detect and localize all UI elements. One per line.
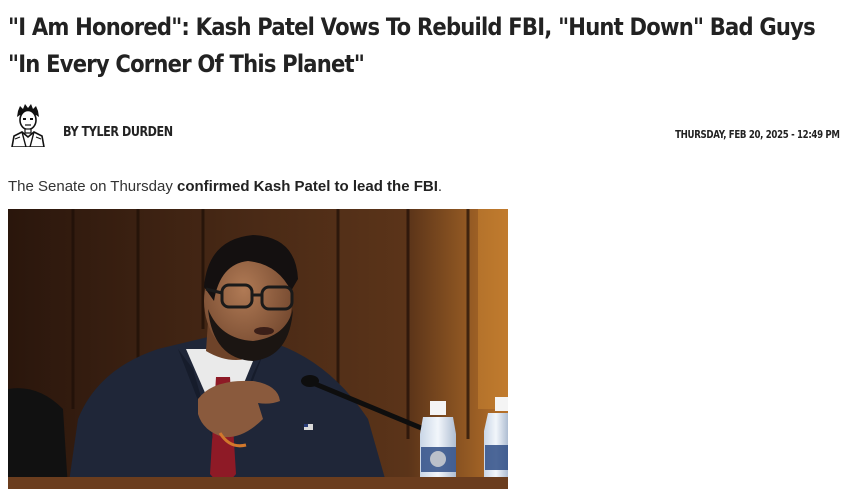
byline-prefix: BY: [63, 125, 79, 140]
lede-bold-text: confirmed Kash Patel to lead the FBI: [177, 178, 438, 195]
lede-end: .: [437, 178, 443, 195]
article-photo[interactable]: [8, 209, 508, 489]
article-headline: "I Am Honored": Kash Patel Vows To Rebui…: [8, 13, 816, 78]
byline: BY TYLER DURDEN THURSDAY, FEB 20, 2025 - …: [8, 103, 840, 149]
lede-text: The Senate on Thursday: [8, 178, 177, 195]
author-avatar-icon[interactable]: [8, 103, 48, 148]
author-link[interactable]: TYLER DURDEN: [82, 125, 173, 140]
article: "I Am Honored": Kash Patel Vows To Rebui…: [0, 0, 855, 494]
author-name[interactable]: BY TYLER DURDEN: [63, 125, 173, 140]
article-lede: The Senate on Thursday confirmed Kash Pa…: [8, 178, 442, 195]
publish-date: THURSDAY, FEB 20, 2025 - 12:49 PM: [675, 129, 840, 141]
